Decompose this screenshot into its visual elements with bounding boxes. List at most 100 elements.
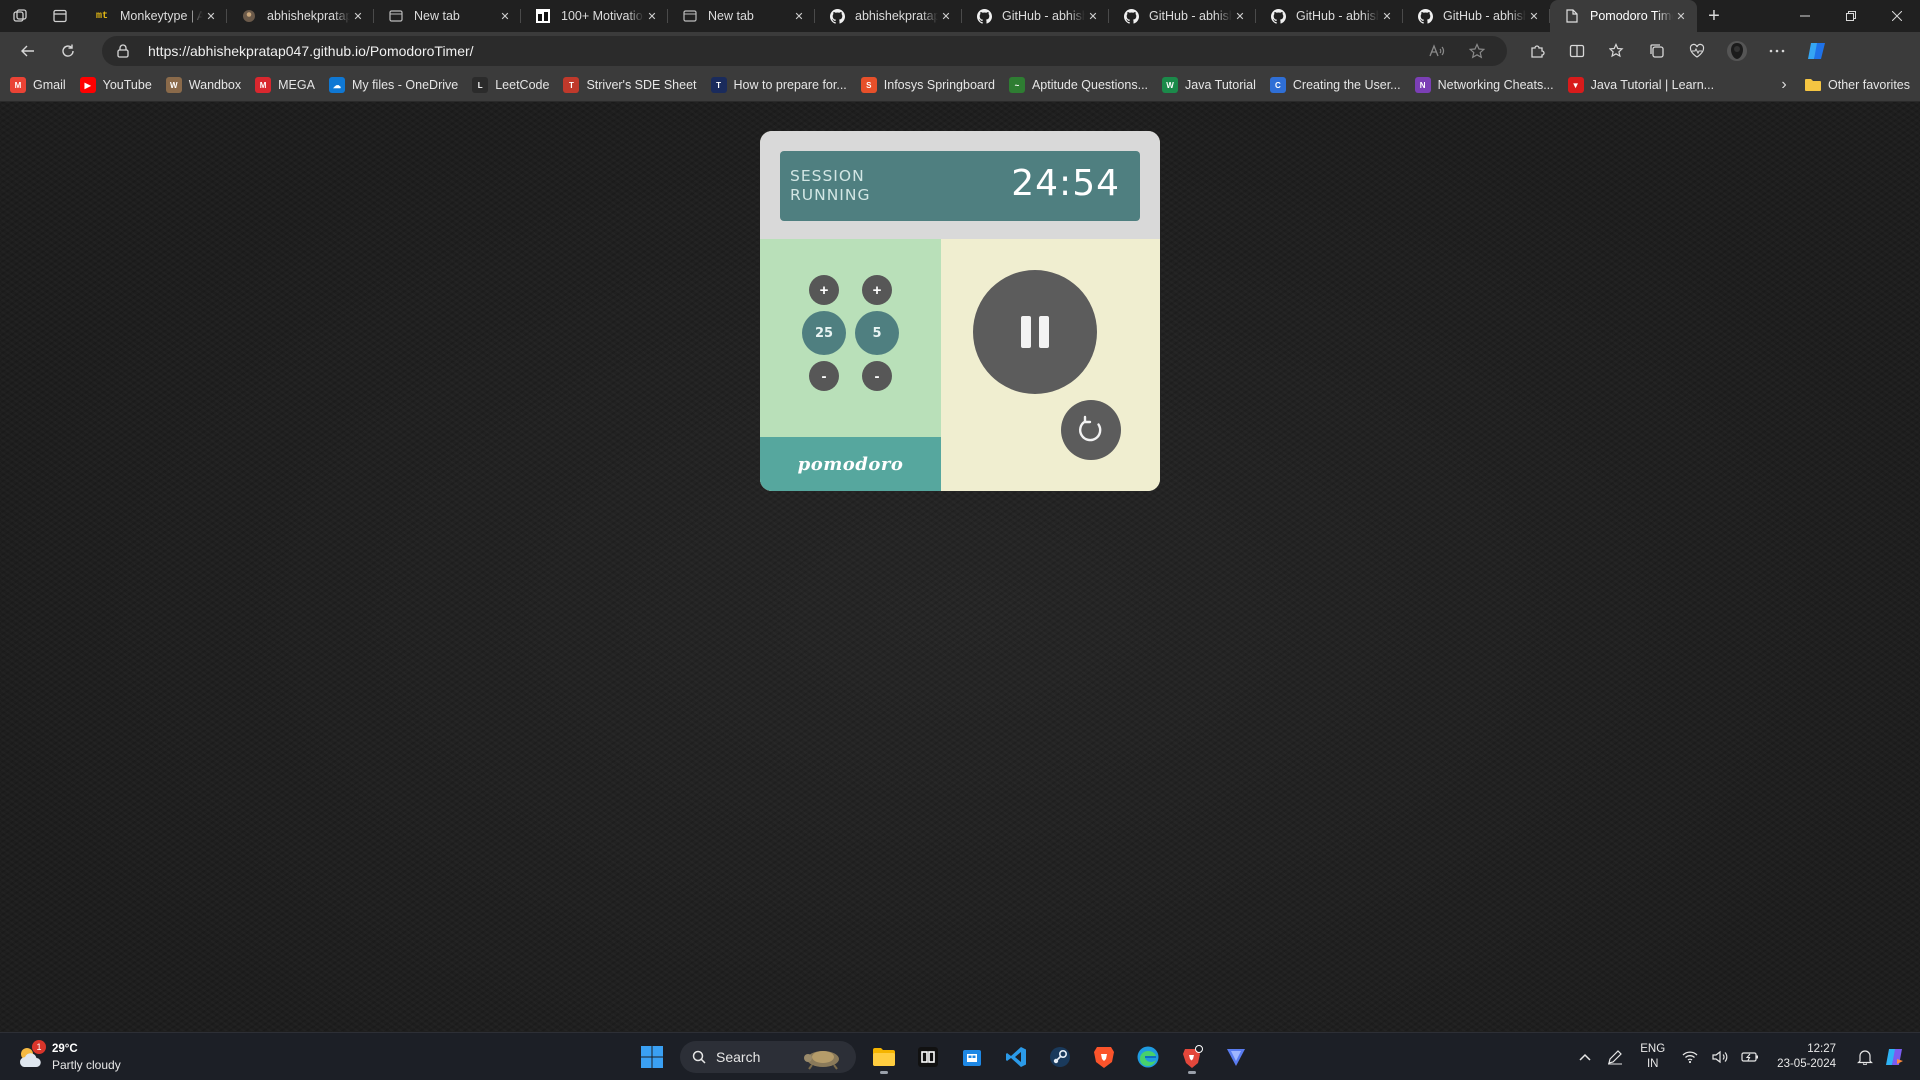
- steam-app[interactable]: [1038, 1039, 1082, 1075]
- taskbar-search[interactable]: Search: [680, 1041, 856, 1073]
- clock[interactable]: 12:27 23-05-2024: [1777, 1042, 1836, 1072]
- close-tab-icon[interactable]: ✕: [350, 8, 366, 24]
- tab[interactable]: abhishekpratap047✕: [227, 0, 374, 32]
- break-decrement-button[interactable]: -: [862, 361, 892, 391]
- bookmark-item[interactable]: W Wandbox: [165, 77, 241, 93]
- bookmark-item[interactable]: N Networking Cheats...: [1414, 77, 1554, 93]
- close-tab-icon[interactable]: ✕: [938, 8, 954, 24]
- bookmark-item[interactable]: S Infosys Springboard: [860, 77, 995, 93]
- bookmark-item[interactable]: M Gmail: [10, 77, 66, 93]
- volume-icon[interactable]: [1705, 1050, 1735, 1064]
- bookmark-item[interactable]: C Creating the User...: [1269, 77, 1401, 93]
- favorites-button[interactable]: [1597, 35, 1637, 67]
- bookmark-item[interactable]: T Striver's SDE Sheet: [563, 77, 697, 93]
- url-text[interactable]: https://abhishekpratap047.github.io/Pomo…: [148, 43, 1417, 59]
- close-tab-icon[interactable]: ✕: [1526, 8, 1542, 24]
- restore-button[interactable]: [1828, 0, 1874, 32]
- chevron-right-icon[interactable]: ›: [1770, 76, 1798, 94]
- edge-app[interactable]: [1126, 1039, 1170, 1075]
- tab[interactable]: GitHub - abhishekpratap047✕: [1256, 0, 1403, 32]
- brave-nightly-app[interactable]: [1170, 1039, 1214, 1075]
- collections-button[interactable]: [1637, 35, 1677, 67]
- bookmark-item[interactable]: W Java Tutorial: [1162, 77, 1256, 93]
- session-status: SESSION RUNNING: [790, 167, 871, 204]
- session-length-control: + 25 -: [802, 275, 846, 391]
- session-decrement-button[interactable]: -: [809, 361, 839, 391]
- close-tab-icon[interactable]: ✕: [1379, 8, 1395, 24]
- language-indicator[interactable]: ENG IN: [1640, 1042, 1665, 1072]
- break-increment-button[interactable]: +: [862, 275, 892, 305]
- tab[interactable]: New tab ✕: [668, 0, 815, 32]
- close-tab-icon[interactable]: ✕: [497, 8, 513, 24]
- bookmark-item[interactable]: T How to prepare for...: [710, 77, 847, 93]
- tab[interactable]: abhishekpratap047✕: [815, 0, 962, 32]
- tab[interactable]: mt Monkeytype | A minimalistic typing tes…: [80, 0, 227, 32]
- read-aloud-icon[interactable]: [1417, 43, 1457, 58]
- tab-actions-button[interactable]: [40, 0, 80, 32]
- tab[interactable]: GitHub - abhishekpratap047✕: [962, 0, 1109, 32]
- bookmark-label: LeetCode: [495, 78, 550, 92]
- chevron-up-icon[interactable]: [1570, 1053, 1600, 1061]
- tab[interactable]: New tab ✕: [374, 0, 521, 32]
- vpn-app[interactable]: [1214, 1039, 1258, 1075]
- close-tab-icon[interactable]: ✕: [1673, 8, 1689, 24]
- close-tab-icon[interactable]: ✕: [1232, 8, 1248, 24]
- media-app[interactable]: [906, 1039, 950, 1075]
- weather-widget[interactable]: 1 29°C Partly cloudy: [16, 1040, 121, 1073]
- brave-lion-icon: [1094, 1047, 1114, 1068]
- notifications-icon[interactable]: [1850, 1049, 1880, 1065]
- bookmark-label: Infosys Springboard: [883, 78, 995, 92]
- brave-app[interactable]: [1082, 1039, 1126, 1075]
- battery-charging-icon[interactable]: [1735, 1051, 1765, 1063]
- tab[interactable]: GitHub - abhishekpratap047✕: [1109, 0, 1256, 32]
- browser-toolbar: https://abhishekpratap047.github.io/Pomo…: [0, 32, 1920, 69]
- github-icon: [829, 8, 845, 24]
- workspaces-button[interactable]: [0, 0, 40, 32]
- close-tab-icon[interactable]: ✕: [1085, 8, 1101, 24]
- microsoft-store-app[interactable]: [950, 1039, 994, 1075]
- pause-button[interactable]: [973, 270, 1097, 394]
- browser-essentials-button[interactable]: [1677, 35, 1717, 67]
- new-tab-button[interactable]: +: [1697, 0, 1731, 32]
- session-increment-button[interactable]: +: [809, 275, 839, 305]
- file-explorer-app[interactable]: [862, 1039, 906, 1075]
- minimize-icon: [1800, 15, 1810, 17]
- system-tray: ENG IN 12:27 23-05-2024: [1570, 1033, 1920, 1080]
- bookmark-item[interactable]: L LeetCode: [472, 77, 549, 93]
- split-screen-icon: [1569, 44, 1585, 57]
- favorite-star-icon[interactable]: [1457, 42, 1497, 59]
- close-tab-icon[interactable]: ✕: [791, 8, 807, 24]
- vscode-app[interactable]: [994, 1039, 1038, 1075]
- bookmark-item[interactable]: ~ Aptitude Questions...: [1008, 77, 1148, 93]
- close-tab-icon[interactable]: ✕: [203, 8, 219, 24]
- settings-more-button[interactable]: [1757, 35, 1797, 67]
- lock-icon[interactable]: [112, 43, 134, 58]
- bookmark-label: Striver's SDE Sheet: [586, 78, 697, 92]
- bookmark-favicon-icon: S: [860, 77, 877, 93]
- tab-active[interactable]: Pomodoro Timer✕: [1550, 0, 1697, 32]
- minimize-button[interactable]: [1782, 0, 1828, 32]
- copilot-tray-icon[interactable]: [1880, 1047, 1910, 1067]
- address-bar[interactable]: https://abhishekpratap047.github.io/Pomo…: [102, 35, 1507, 66]
- back-button[interactable]: [8, 35, 48, 67]
- copilot-button[interactable]: [1797, 35, 1837, 67]
- wifi-icon[interactable]: [1675, 1050, 1705, 1064]
- start-button[interactable]: [630, 1039, 674, 1075]
- other-favorites[interactable]: Other favorites: [1804, 78, 1910, 92]
- refresh-button[interactable]: [48, 35, 88, 67]
- tab[interactable]: GitHub - abhishekpratap047✕: [1403, 0, 1550, 32]
- pen-icon[interactable]: [1600, 1049, 1630, 1065]
- tab[interactable]: 100+ Motivational Quotes✕: [521, 0, 668, 32]
- extensions-button[interactable]: [1517, 35, 1557, 67]
- profile-button[interactable]: [1717, 35, 1757, 67]
- bookmark-item[interactable]: ☁ My files - OneDrive: [328, 77, 458, 93]
- bookmark-item[interactable]: ▶ YouTube: [79, 77, 152, 93]
- bookmark-item[interactable]: ▼ Java Tutorial | Learn...: [1567, 77, 1714, 93]
- bookmark-favicon-icon: W: [1162, 77, 1179, 93]
- bookmark-label: Java Tutorial: [1185, 78, 1256, 92]
- bookmark-item[interactable]: M MEGA: [255, 77, 315, 93]
- close-window-button[interactable]: [1874, 0, 1920, 32]
- reset-button[interactable]: [1061, 400, 1121, 460]
- close-tab-icon[interactable]: ✕: [644, 8, 660, 24]
- split-screen-button[interactable]: [1557, 35, 1597, 67]
